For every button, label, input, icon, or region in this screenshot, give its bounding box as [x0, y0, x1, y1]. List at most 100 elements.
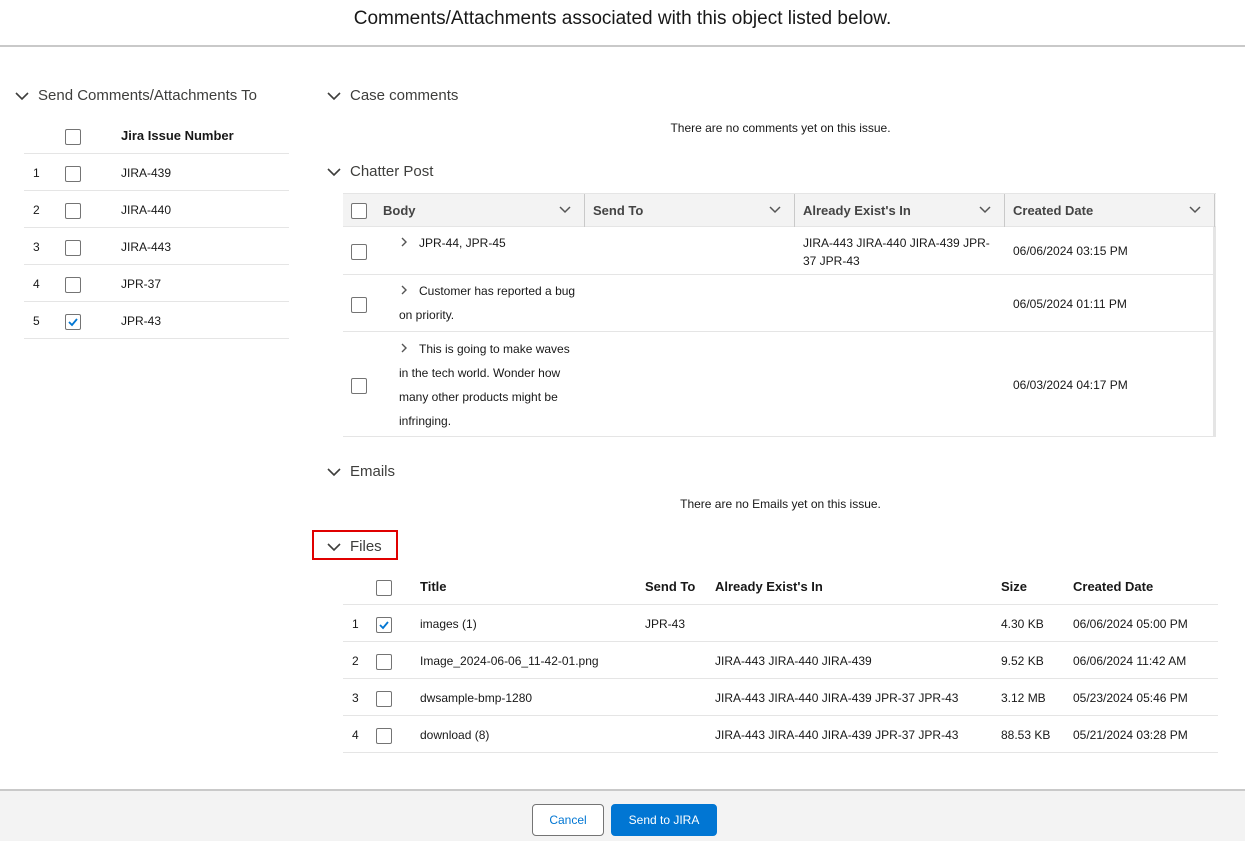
file-title: dwsample-bmp-1280 — [420, 691, 533, 705]
select-all-chatter-checkbox[interactable] — [351, 203, 367, 219]
issue-number: JIRA-439 — [121, 166, 172, 180]
row-number: 4 — [352, 728, 359, 742]
issue-number: JPR-37 — [121, 277, 162, 291]
case-comments-section-toggle[interactable]: Case comments — [326, 87, 458, 104]
chatter-body: Customer has reported a bug on priority. — [399, 279, 577, 327]
case-comments-empty-message: There are no comments yet on this issue. — [670, 121, 891, 135]
row-number: 5 — [33, 314, 40, 328]
cancel-button[interactable]: Cancel — [532, 804, 604, 836]
file-size: 88.53 KB — [1001, 728, 1051, 742]
select-all-files-checkbox[interactable] — [376, 580, 392, 596]
column-header-already-exist[interactable]: Already Exist's In — [795, 194, 1005, 227]
emails-section-toggle[interactable]: Emails — [326, 463, 395, 480]
row-number: 1 — [352, 617, 359, 631]
chevron-down-icon[interactable] — [1188, 203, 1202, 220]
column-header-title: Title — [420, 579, 447, 594]
file-checkbox[interactable] — [376, 617, 392, 633]
chatter-row-checkbox[interactable] — [351, 244, 367, 260]
table-row: 4 JPR-37 — [24, 265, 289, 302]
chatter-body: JPR-44, JPR-45 — [399, 231, 577, 255]
file-size: 9.52 KB — [1001, 654, 1044, 668]
file-title: images (1) — [420, 617, 477, 631]
case-comments-title: Case comments — [350, 87, 459, 104]
chevron-down-icon[interactable] — [978, 203, 992, 220]
column-header-created-date[interactable]: Created Date — [1005, 194, 1215, 227]
table-row: 4 download (8) JIRA-443 JIRA-440 JIRA-43… — [343, 716, 1218, 753]
column-header-size: Size — [1001, 579, 1028, 594]
select-all-issues-checkbox[interactable] — [65, 129, 81, 145]
chevron-right-icon[interactable] — [399, 231, 411, 255]
page-header: Comments/Attachments associated with thi… — [0, 0, 1245, 47]
chatter-already-exist: JIRA-443 JIRA-440 JIRA-439 JPR-37 JPR-43 — [803, 236, 990, 268]
send-to-section-title: Send Comments/Attachments To — [38, 87, 257, 104]
row-number: 2 — [33, 203, 40, 217]
check-icon — [68, 318, 78, 327]
issue-checkbox[interactable] — [65, 203, 81, 219]
column-header-created-date: Created Date — [1073, 579, 1154, 594]
chatter-table-header: Body Send To Already Exist's In Created … — [343, 193, 1216, 227]
table-row: 3 JIRA-443 — [24, 228, 289, 265]
chevron-down-icon — [14, 88, 30, 104]
files-table: Title Send To Already Exist's In Size Cr… — [343, 568, 1218, 753]
chatter-scrollbar[interactable] — [1213, 227, 1216, 437]
row-number: 3 — [33, 240, 40, 254]
chevron-down-icon — [326, 164, 342, 180]
table-row: Customer has reported a bug on priority.… — [343, 275, 1216, 332]
file-checkbox[interactable] — [376, 654, 392, 670]
file-already-exist: JIRA-443 JIRA-440 JIRA-439 JPR-37 JPR-43 — [715, 691, 959, 705]
column-header-body[interactable]: Body — [375, 194, 585, 227]
emails-empty-message: There are no Emails yet on this issue. — [680, 497, 881, 511]
issue-checkbox[interactable] — [65, 166, 81, 182]
chatter-row-checkbox[interactable] — [351, 378, 367, 394]
emails-title: Emails — [350, 463, 396, 480]
row-number: 1 — [33, 166, 40, 180]
send-to-jira-button[interactable]: Send to JIRA — [611, 804, 717, 836]
chevron-right-icon[interactable] — [399, 279, 411, 303]
row-number: 3 — [352, 691, 359, 705]
issue-checkbox[interactable] — [65, 277, 81, 293]
chatter-created-date: 06/03/2024 04:17 PM — [1013, 378, 1128, 392]
jira-issue-table: Jira Issue Number 1 JIRA-439 2 JIRA-440 … — [24, 117, 289, 339]
row-number: 2 — [352, 654, 359, 668]
column-header-already-exist: Already Exist's In — [715, 579, 823, 594]
issue-number: JPR-43 — [121, 314, 162, 328]
chevron-down-icon[interactable] — [558, 203, 572, 220]
row-number: 4 — [33, 277, 40, 291]
issue-checkbox[interactable] — [65, 314, 81, 330]
chevron-down-icon — [326, 464, 342, 480]
file-send-to: JPR-43 — [645, 617, 686, 631]
file-already-exist: JIRA-443 JIRA-440 JIRA-439 JPR-37 JPR-43 — [715, 728, 959, 742]
chatter-title: Chatter Post — [350, 163, 434, 180]
table-row: JPR-44, JPR-45 JIRA-443 JIRA-440 JIRA-43… — [343, 227, 1216, 275]
chatter-row-checkbox[interactable] — [351, 297, 367, 313]
issue-number: JIRA-440 — [121, 203, 172, 217]
file-title: Image_2024-06-06_11-42-01.png — [420, 654, 599, 668]
table-row: 5 JPR-43 — [24, 302, 289, 339]
jira-issue-table-header: Jira Issue Number — [24, 117, 289, 154]
column-header-send-to[interactable]: Send To — [585, 194, 795, 227]
check-icon — [379, 621, 389, 630]
chatter-section-toggle[interactable]: Chatter Post — [326, 163, 433, 180]
chevron-right-icon[interactable] — [399, 337, 411, 361]
page-title: Comments/Attachments associated with thi… — [353, 8, 892, 29]
chatter-created-date: 06/05/2024 01:11 PM — [1013, 297, 1127, 311]
file-size: 3.12 MB — [1001, 691, 1046, 705]
file-checkbox[interactable] — [376, 728, 392, 744]
chevron-down-icon[interactable] — [768, 203, 782, 220]
send-to-section-toggle[interactable]: Send Comments/Attachments To — [14, 87, 257, 104]
issue-checkbox[interactable] — [65, 240, 81, 256]
files-highlight-box — [312, 530, 398, 560]
file-created-date: 05/23/2024 05:46 PM — [1073, 691, 1188, 705]
table-row: This is going to make waves in the tech … — [343, 332, 1216, 437]
table-row: 2 JIRA-440 — [24, 191, 289, 228]
file-checkbox[interactable] — [376, 691, 392, 707]
file-created-date: 06/06/2024 11:42 AM — [1073, 654, 1187, 668]
column-header-send-to: Send To — [645, 579, 696, 594]
chatter-table: Body Send To Already Exist's In Created … — [343, 193, 1216, 437]
file-created-date: 05/21/2024 03:28 PM — [1073, 728, 1188, 742]
column-header-jira-issue-number: Jira Issue Number — [121, 128, 234, 143]
file-size: 4.30 KB — [1001, 617, 1044, 631]
files-table-header: Title Send To Already Exist's In Size Cr… — [343, 568, 1218, 605]
chevron-down-icon — [326, 88, 342, 104]
table-row: 1 images (1) JPR-43 4.30 KB 06/06/2024 0… — [343, 605, 1218, 642]
